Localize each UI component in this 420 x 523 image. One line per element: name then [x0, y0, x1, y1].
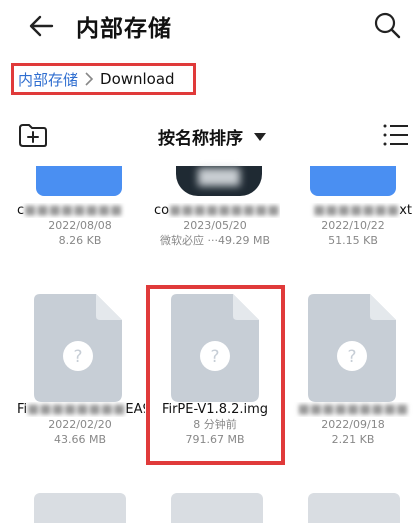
document-icon[interactable] — [171, 493, 263, 523]
file-size: 8.26 KB — [58, 234, 102, 247]
file-name: c■■■■■■■■ — [17, 203, 123, 218]
file-item[interactable]: c■■■■■■■■ 2022/08/08 8.26 KB — [15, 203, 145, 248]
breadcrumb-current: Download — [100, 70, 175, 88]
page-title: 内部存储 — [76, 16, 172, 42]
document-icon[interactable]: ? — [34, 294, 122, 402]
document-icon[interactable] — [308, 493, 400, 523]
new-folder-icon[interactable] — [18, 122, 48, 148]
file-item[interactable]: co■■■■■■■■■ 2023/05/20 微软必应 ···49.29 MB — [150, 203, 280, 248]
file-size: 43.66 MB — [53, 433, 107, 446]
file-item[interactable]: ■■■■■■■■■ 2022/09/18 2.21 KB — [288, 402, 418, 447]
file-thumbnail-blue[interactable] — [36, 166, 122, 196]
file-size: 2.21 KB — [331, 433, 375, 446]
file-name: co■■■■■■■■■ — [154, 203, 280, 218]
document-icon[interactable]: ? — [308, 294, 396, 402]
selection-highlight — [146, 285, 285, 465]
svg-text:?: ? — [73, 347, 82, 367]
sort-dropdown[interactable]: 按名称排序 — [158, 124, 267, 149]
back-arrow-icon[interactable] — [26, 10, 58, 42]
file-item[interactable]: Fi■■■■■■■■EA92 2022/02/20 43.66 MB — [15, 402, 145, 447]
list-view-icon[interactable] — [383, 123, 409, 147]
caret-down-icon — [254, 132, 266, 141]
svg-text:?: ? — [347, 347, 356, 367]
document-icon[interactable] — [34, 493, 126, 523]
file-name: ■■■■■■■xt — [313, 203, 412, 218]
file-date: 2022/02/20 — [48, 418, 112, 431]
file-date: 2023/05/20 — [183, 219, 247, 232]
file-date: 2022/09/18 — [321, 418, 385, 431]
file-date: 2022/08/08 — [48, 219, 112, 232]
file-thumbnail-blue[interactable] — [310, 166, 396, 196]
file-thumbnail-dark[interactable] — [176, 166, 262, 196]
breadcrumb-root[interactable]: 内部存储 — [18, 69, 78, 90]
thumbnail-blur — [198, 168, 240, 186]
file-size: 微软必应 ···49.29 MB — [159, 234, 270, 247]
file-item[interactable]: ■■■■■■■xt 2022/10/22 51.15 KB — [288, 203, 418, 248]
breadcrumb: 内部存储 Download — [11, 63, 196, 95]
file-date: 2022/10/22 — [321, 219, 385, 232]
file-size: 51.15 KB — [328, 234, 378, 247]
top-bar: 内部存储 — [0, 0, 420, 52]
file-name: ■■■■■■■■■ — [297, 402, 409, 417]
file-name: Fi■■■■■■■■EA92 — [17, 402, 145, 417]
chevron-right-icon — [85, 72, 94, 86]
search-icon[interactable] — [372, 10, 402, 40]
sort-label: 按名称排序 — [158, 129, 243, 149]
